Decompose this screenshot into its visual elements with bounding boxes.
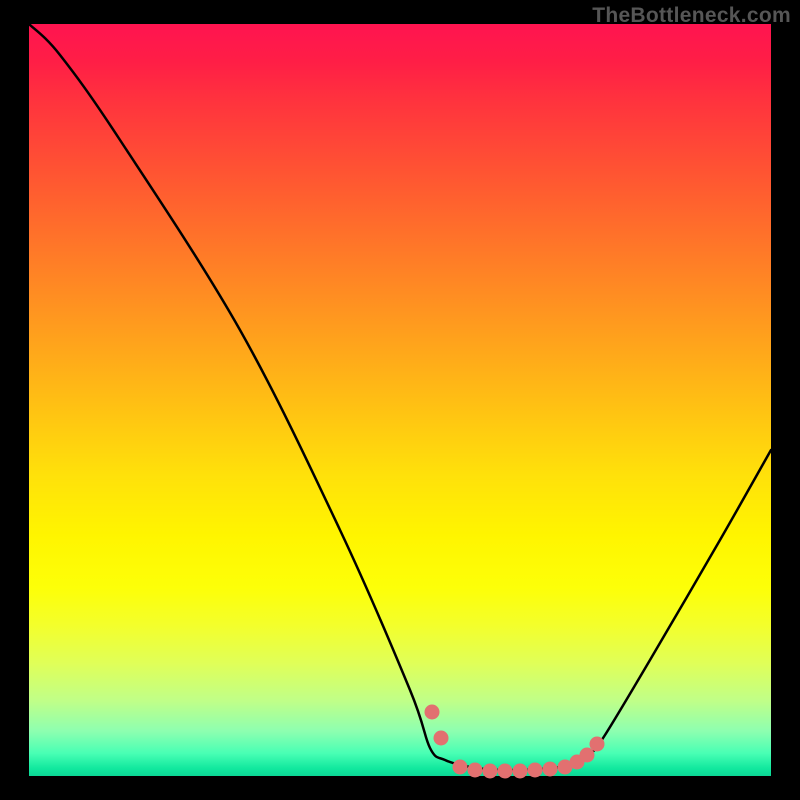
highlight-dot (434, 731, 449, 746)
highlight-dot (425, 705, 440, 720)
highlight-dot (528, 763, 543, 778)
highlight-dot (513, 764, 528, 779)
highlight-dot (468, 763, 483, 778)
bottleneck-curve (29, 24, 771, 770)
highlight-dot (590, 737, 605, 752)
highlight-dot (543, 762, 558, 777)
highlight-dot (453, 760, 468, 775)
highlight-dot (483, 764, 498, 779)
chart-svg (0, 0, 800, 800)
highlight-dot (498, 764, 513, 779)
highlight-dots-group (425, 705, 605, 779)
